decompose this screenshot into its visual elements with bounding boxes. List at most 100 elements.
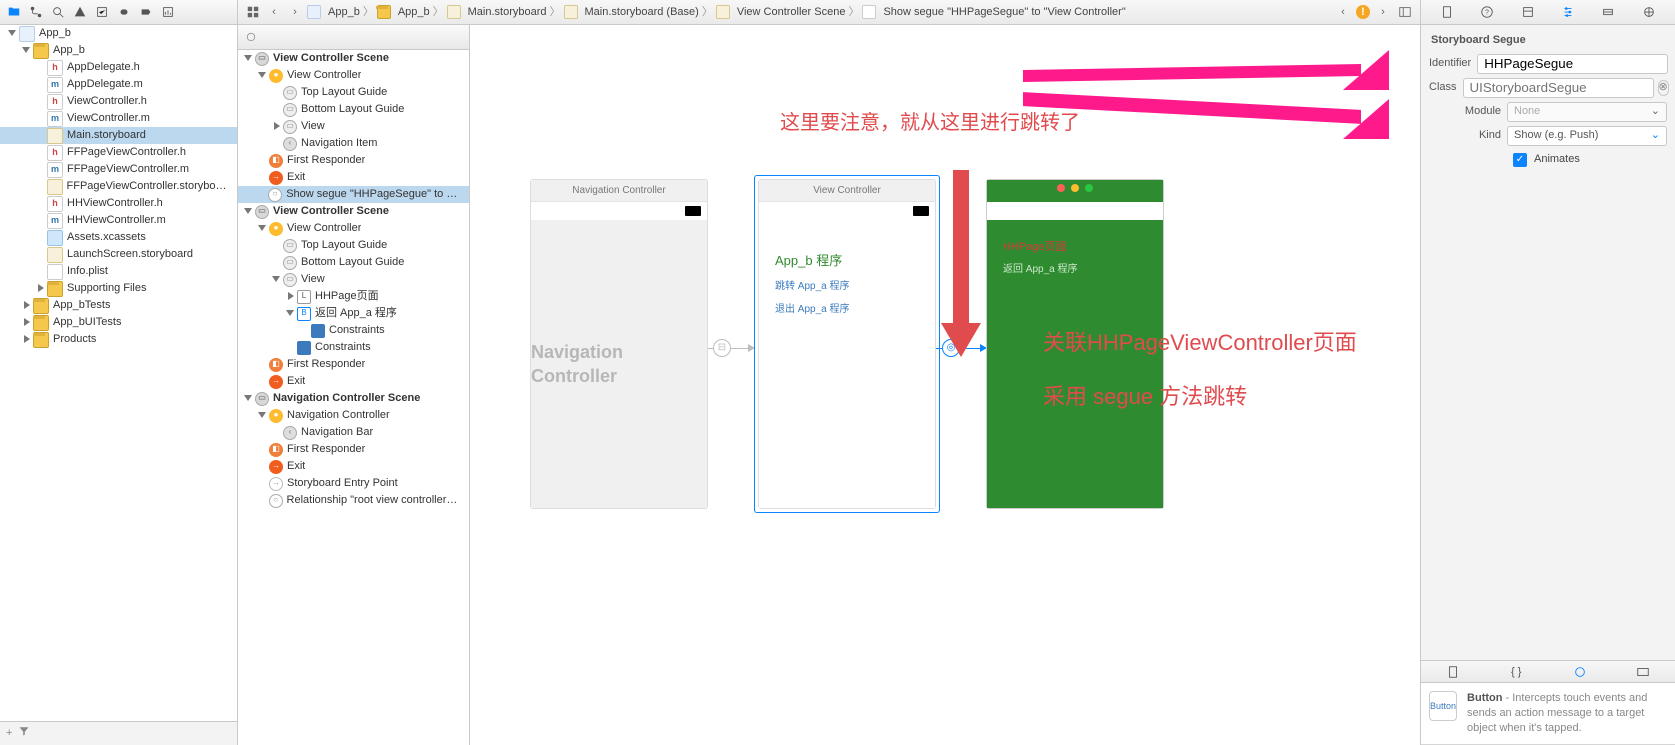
file-row[interactable]: App_b [0, 42, 237, 59]
connections-inspector-icon[interactable] [1637, 3, 1661, 21]
file-row[interactable]: hAppDelegate.h [0, 59, 237, 76]
file-row[interactable]: mAppDelegate.m [0, 76, 237, 93]
file-inspector-icon[interactable] [1435, 3, 1459, 21]
outline-row[interactable]: ▭View [238, 118, 469, 135]
outline-row[interactable]: ◧First Responder [238, 152, 469, 169]
identifier-field[interactable] [1477, 54, 1668, 74]
label: HHPage页面 [1003, 240, 1147, 255]
scene-navigation-controller[interactable]: Navigation Controller Navigation Control… [530, 179, 708, 509]
outline-row[interactable]: ▭View Controller Scene [238, 203, 469, 220]
file-row[interactable]: hViewController.h [0, 93, 237, 110]
attributes-inspector-icon[interactable] [1556, 3, 1580, 21]
file-row[interactable]: hHHViewController.h [0, 195, 237, 212]
scene-hhpage[interactable]: HHPage页面 返回 App_a 程序 [986, 179, 1164, 509]
navigator-tabs [0, 0, 237, 25]
file-row[interactable]: App_bTests [0, 297, 237, 314]
file-row[interactable]: Assets.xcassets [0, 229, 237, 246]
scene-body: App_b 程序 跳转 App_a 程序 退出 App_a 程序 [759, 220, 935, 508]
outline-row[interactable]: Constraints [238, 339, 469, 356]
object-library-icon[interactable] [1570, 663, 1590, 681]
prev-issue-icon[interactable]: ‹ [1334, 3, 1352, 21]
outline-filter-icon[interactable] [242, 28, 260, 46]
document-outline[interactable]: ▭View Controller Scene●View Controller▭T… [238, 50, 469, 745]
outline-row[interactable]: ○Show segue "HHPageSegue" to "Vi... [238, 186, 469, 203]
outline-row[interactable]: ▭View [238, 271, 469, 288]
file-row[interactable]: FFPageViewController.storyboard [0, 178, 237, 195]
outline-row[interactable]: Constraints [238, 322, 469, 339]
file-row[interactable]: App_b [0, 25, 237, 42]
filter-icon[interactable] [18, 725, 30, 742]
outline-row[interactable]: →Exit [238, 458, 469, 475]
file-row[interactable]: mFFPageViewController.m [0, 161, 237, 178]
file-row[interactable]: Supporting Files [0, 280, 237, 297]
related-items-icon[interactable] [244, 3, 262, 21]
breakpoint-icon[interactable] [136, 3, 156, 21]
debug-icon[interactable] [114, 3, 134, 21]
storyboard-canvas[interactable]: 这里要注意，就从这里进行跳转了 Navigation Controller Na… [470, 25, 1420, 745]
outline-row[interactable]: ‹Navigation Bar [238, 424, 469, 441]
module-select[interactable]: None⌄ [1507, 102, 1667, 122]
back-icon[interactable]: ‹ [265, 3, 283, 21]
outline-row[interactable]: ▭Bottom Layout Guide [238, 101, 469, 118]
file-row[interactable]: hFFPageViewController.h [0, 144, 237, 161]
outline-row[interactable]: ▭Top Layout Guide [238, 84, 469, 101]
outline-row[interactable]: ○Relationship "root view controller" t..… [238, 492, 469, 509]
code-snippet-icon[interactable]: { } [1506, 663, 1526, 681]
outline-row[interactable]: →Storyboard Entry Point [238, 475, 469, 492]
file-navigator[interactable]: App_bApp_bhAppDelegate.hmAppDelegate.mhV… [0, 25, 237, 721]
outline-row[interactable]: ▭View Controller Scene [238, 50, 469, 67]
button[interactable]: 返回 App_a 程序 [1003, 263, 1147, 277]
library-item-button[interactable]: Button Button - Intercepts touch events … [1421, 683, 1675, 745]
class-field[interactable] [1463, 78, 1654, 98]
outline-row[interactable]: ▭Bottom Layout Guide [238, 254, 469, 271]
outline-row[interactable]: ◧First Responder [238, 441, 469, 458]
outline-toggle-icon[interactable] [1396, 3, 1414, 21]
clear-icon[interactable]: ⊗ [1658, 80, 1669, 96]
scene-view-controller-b[interactable]: View Controller App_b 程序 跳转 App_a 程序 退出 … [758, 179, 936, 509]
outline-row[interactable]: B返回 App_a 程序 [238, 305, 469, 322]
tests-icon[interactable] [92, 3, 112, 21]
identity-inspector-icon[interactable] [1516, 3, 1540, 21]
animates-checkbox[interactable] [1513, 153, 1527, 167]
jump-bar[interactable]: ‹ › App_b〉App_b〉Main.storyboard〉Main.sto… [238, 0, 1420, 25]
forward-icon[interactable]: › [286, 3, 304, 21]
segue-root-icon[interactable]: ⊟ [713, 339, 731, 357]
label: Module [1429, 104, 1501, 119]
file-row[interactable]: Main.storyboard [0, 127, 237, 144]
outline-row[interactable]: →Exit [238, 169, 469, 186]
library-tabs: { } [1421, 660, 1675, 683]
button-preview: Button [1429, 691, 1457, 721]
outline-row[interactable]: ●View Controller [238, 220, 469, 237]
search-icon[interactable] [48, 3, 68, 21]
file-row[interactable]: mViewController.m [0, 110, 237, 127]
size-inspector-icon[interactable] [1596, 3, 1620, 21]
file-row[interactable]: LaunchScreen.storyboard [0, 246, 237, 263]
file-template-icon[interactable] [1443, 663, 1463, 681]
file-row[interactable]: Info.plist [0, 263, 237, 280]
outline-row[interactable]: ◧First Responder [238, 356, 469, 373]
report-icon[interactable] [158, 3, 178, 21]
kind-select[interactable]: Show (e.g. Push)⌄ [1507, 126, 1667, 146]
outline-row[interactable]: ●View Controller [238, 67, 469, 84]
outline-row[interactable]: ‹Navigation Item [238, 135, 469, 152]
media-library-icon[interactable] [1633, 663, 1653, 681]
source-control-icon[interactable] [26, 3, 46, 21]
file-row[interactable]: mHHViewController.m [0, 212, 237, 229]
folder-icon[interactable] [4, 3, 24, 21]
outline-row[interactable]: ▭Top Layout Guide [238, 237, 469, 254]
button[interactable]: 跳转 App_a 程序 [775, 280, 919, 294]
file-row[interactable]: Products [0, 331, 237, 348]
button[interactable]: 退出 App_a 程序 [775, 303, 919, 317]
next-issue-icon[interactable]: › [1374, 3, 1392, 21]
breadcrumb[interactable]: App_b〉App_b〉Main.storyboard〉Main.storybo… [307, 5, 1126, 20]
warning-icon[interactable] [70, 3, 90, 21]
file-row[interactable]: App_bUITests [0, 314, 237, 331]
help-inspector-icon[interactable]: ? [1475, 3, 1499, 21]
outline-row[interactable]: ●Navigation Controller [238, 407, 469, 424]
outline-row[interactable]: ▭Navigation Controller Scene [238, 390, 469, 407]
filter-bar[interactable]: + [0, 721, 237, 745]
issue-badge[interactable]: ! [1356, 5, 1370, 19]
outline-row[interactable]: →Exit [238, 373, 469, 390]
outline-row[interactable]: LHHPage页面 [238, 288, 469, 305]
label: App_b 程序 [775, 252, 919, 270]
